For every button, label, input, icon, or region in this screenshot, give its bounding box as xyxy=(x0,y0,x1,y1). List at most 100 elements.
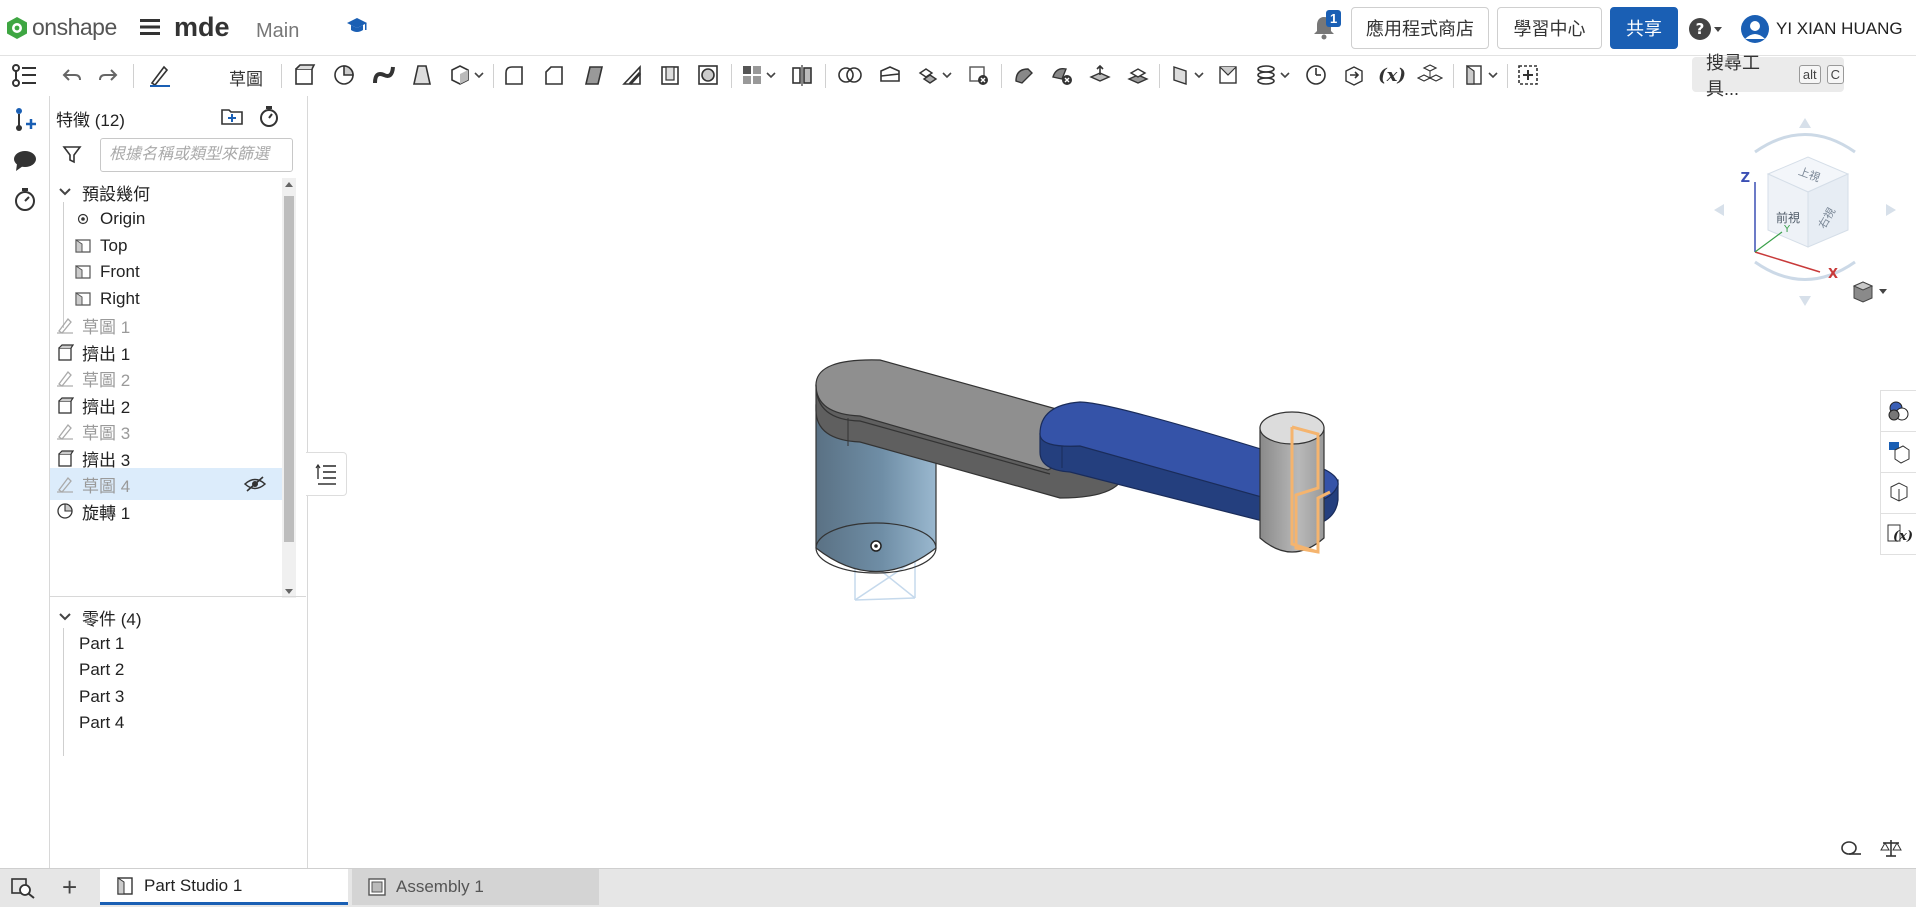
onshape-logo-icon xyxy=(7,16,27,39)
part-item[interactable]: Part 4 xyxy=(79,707,309,739)
appearance-button[interactable] xyxy=(1880,390,1916,432)
tab-label: Assembly 1 xyxy=(396,877,484,896)
scroll-thumb[interactable] xyxy=(284,196,294,542)
help-menu[interactable]: ? xyxy=(1688,17,1724,41)
user-name[interactable]: YI XIAN HUANG xyxy=(1776,19,1903,39)
chevron-down-icon[interactable] xyxy=(1275,56,1295,94)
draft-icon[interactable] xyxy=(577,56,611,94)
mirror-icon[interactable] xyxy=(785,56,819,94)
delete-face-icon[interactable] xyxy=(1045,56,1079,94)
branch-name[interactable]: Main xyxy=(256,20,299,43)
move-face-icon[interactable] xyxy=(1083,56,1117,94)
feature-label: 草圖 1 xyxy=(82,317,131,337)
chevron-down-icon[interactable] xyxy=(54,187,76,197)
chevron-down-icon[interactable] xyxy=(54,612,76,622)
shell-icon[interactable] xyxy=(653,56,687,94)
mass-properties-button[interactable] xyxy=(1880,431,1916,473)
part-label: Part 1 xyxy=(79,634,125,653)
variable-icon[interactable]: (x) xyxy=(1375,56,1409,94)
scroll-up-icon[interactable] xyxy=(282,178,296,192)
search-tools-button[interactable]: 搜尋工具... alt C xyxy=(1692,53,1844,99)
eye-hidden-icon[interactable] xyxy=(244,475,266,493)
explode-button[interactable] xyxy=(1880,472,1916,514)
mate-connector-icon[interactable] xyxy=(1211,56,1245,94)
chevron-down-icon[interactable] xyxy=(1189,56,1209,94)
learning-center-button[interactable]: 學習中心 xyxy=(1497,7,1602,49)
axis-x-label: X xyxy=(1828,267,1838,282)
menu-icon[interactable] xyxy=(140,17,160,37)
sketch-icon xyxy=(54,422,76,440)
revolve-icon[interactable] xyxy=(327,56,361,94)
feature-revolve-1[interactable]: 旋轉 1 xyxy=(54,495,284,527)
graduation-cap-icon[interactable] xyxy=(346,16,368,36)
measure-icon[interactable] xyxy=(1299,56,1333,94)
undo-icon[interactable] xyxy=(55,56,89,94)
share-button[interactable]: 共享 xyxy=(1610,7,1678,49)
fillet-icon[interactable] xyxy=(497,56,531,94)
modify-fillet-icon[interactable] xyxy=(1007,56,1041,94)
rotate-left-icon[interactable] xyxy=(1714,204,1724,216)
graphics-viewport[interactable] xyxy=(307,96,1877,868)
plane-icon xyxy=(72,264,94,280)
exploded-view-icon xyxy=(1890,482,1908,502)
rotate-right-icon[interactable] xyxy=(1886,204,1896,216)
variable-table-icon: (x) xyxy=(1887,524,1912,544)
rotate-up-icon[interactable] xyxy=(1799,118,1811,128)
feature-label: 擠出 2 xyxy=(82,397,131,417)
chevron-down-icon[interactable] xyxy=(937,56,957,94)
chevron-down-icon[interactable] xyxy=(1483,56,1503,94)
chevron-down-icon[interactable] xyxy=(761,56,781,94)
delete-part-icon[interactable] xyxy=(961,56,995,94)
add-folder-icon[interactable] xyxy=(220,106,244,126)
rollback-timer-icon[interactable] xyxy=(257,104,281,128)
derived-icon[interactable] xyxy=(1337,56,1371,94)
sketch-button-label[interactable]: 草圖 xyxy=(229,65,263,90)
chamfer-icon[interactable] xyxy=(537,56,571,94)
app-store-button[interactable]: 應用程式商店 xyxy=(1351,7,1489,49)
group-label: 預設幾何 xyxy=(82,184,150,204)
model-render[interactable] xyxy=(307,96,1877,868)
avatar[interactable] xyxy=(1740,14,1770,44)
viewcube-front-label[interactable]: 前視 xyxy=(1776,210,1800,225)
boolean-icon[interactable] xyxy=(833,56,867,94)
tab-part-studio-1[interactable]: Part Studio 1 xyxy=(100,869,348,905)
stopwatch-icon[interactable] xyxy=(12,186,38,212)
search-tools-label: 搜尋工具... xyxy=(1706,52,1760,99)
hole-icon[interactable] xyxy=(691,56,725,94)
tree-item-label: Front xyxy=(100,262,140,281)
view-mode-menu[interactable] xyxy=(1850,280,1890,304)
onshape-logo[interactable]: onshape xyxy=(6,14,117,41)
revolve-icon xyxy=(54,502,76,520)
mass-scale-icon[interactable] xyxy=(1880,838,1902,858)
tab-label: Part Studio 1 xyxy=(144,875,243,895)
sketch-icon[interactable] xyxy=(143,56,177,94)
split-icon[interactable] xyxy=(873,56,907,94)
tab-search-icon[interactable] xyxy=(10,877,36,899)
add-tab-icon[interactable]: + xyxy=(62,874,77,900)
measure-tape-icon[interactable] xyxy=(1840,838,1862,858)
tab-assembly-1[interactable]: Assembly 1 xyxy=(352,869,599,905)
redo-icon[interactable] xyxy=(91,56,125,94)
replace-face-icon[interactable] xyxy=(1121,56,1155,94)
loft-icon[interactable] xyxy=(405,56,439,94)
assembly-icon xyxy=(368,878,386,896)
rotate-down-icon[interactable] xyxy=(1799,296,1811,306)
rib-icon[interactable] xyxy=(615,56,649,94)
extrude-icon[interactable] xyxy=(287,56,321,94)
feature-list-icon[interactable] xyxy=(12,64,38,88)
configuration-variables-button[interactable]: (x) xyxy=(1880,513,1916,555)
sweep-icon[interactable] xyxy=(367,56,401,94)
add-custom-feature-icon[interactable] xyxy=(1511,56,1545,94)
feature-filter-input[interactable] xyxy=(100,138,293,172)
configurations-icon[interactable] xyxy=(1413,56,1447,94)
comment-icon[interactable] xyxy=(12,150,38,172)
add-variable-icon[interactable] xyxy=(12,106,38,132)
shortcut-key: C xyxy=(1826,65,1844,84)
group-label: 零件 (4) xyxy=(82,609,142,629)
chevron-down-icon[interactable] xyxy=(469,56,489,94)
feature-label: 擠出 1 xyxy=(82,344,131,364)
feature-list-header: 特徵 (12) xyxy=(56,111,125,130)
part-label: Part 4 xyxy=(79,713,125,732)
document-name[interactable]: mde xyxy=(174,12,230,43)
filter-icon[interactable] xyxy=(62,144,82,164)
